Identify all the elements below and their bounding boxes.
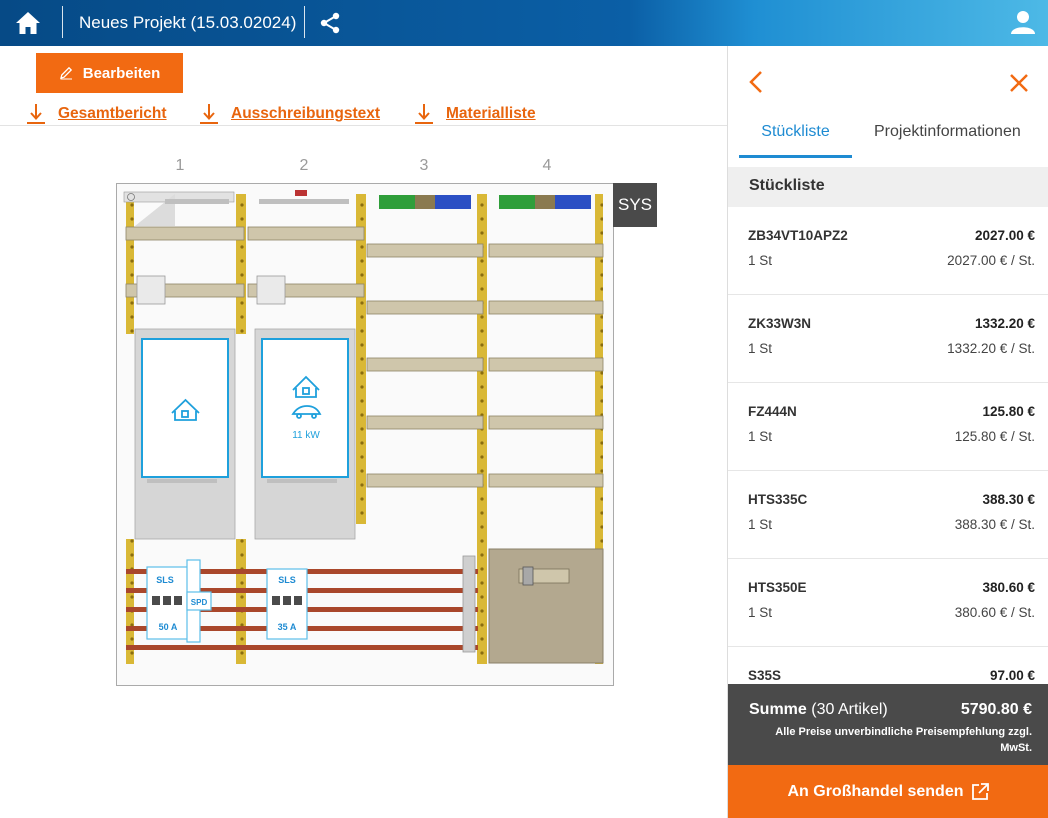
item-unit-price: 125.80 € / St. xyxy=(954,429,1035,444)
summary-amount: 5790.80 € xyxy=(960,701,1032,718)
spd-label: SPD xyxy=(191,598,208,607)
edit-button-label: Bearbeiten xyxy=(82,64,161,82)
breaker-rating: 50 A xyxy=(159,622,178,632)
send-to-wholesaler-button[interactable]: An Großhandel senden xyxy=(728,765,1048,818)
tab-projektinformationen[interactable]: Projektinformationen xyxy=(874,123,1021,141)
item-total: 2027.00 € xyxy=(974,228,1035,243)
item-unit-price: 2027.00 € / St. xyxy=(947,253,1035,268)
top-bar: Neues Projekt (15.03.02024) xyxy=(0,0,1048,46)
download-materialliste[interactable]: Materialliste xyxy=(414,103,536,125)
list-item[interactable]: FZ444N 125.80 € 1 St 125.80 € / St. xyxy=(728,383,1048,471)
item-code: FZ444N xyxy=(748,404,797,419)
edit-button[interactable]: Bearbeiten xyxy=(36,53,183,93)
item-total: 125.80 € xyxy=(982,404,1035,419)
column-number: 4 xyxy=(542,157,552,174)
item-code: HTS350E xyxy=(748,580,807,595)
parts-list[interactable]: ZB34VT10APZ2 2027.00 € 1 St 2027.00 € / … xyxy=(728,207,1048,684)
header-divider xyxy=(304,6,305,38)
breaker-type: SLS xyxy=(156,575,174,585)
download-gesamtbericht[interactable]: Gesamtbericht xyxy=(26,103,167,125)
item-unit-price: 388.30 € / St. xyxy=(954,517,1035,532)
item-qty: 1 St xyxy=(748,253,773,268)
list-item[interactable]: S35S 97.00 € xyxy=(728,647,1048,684)
breaker-rating: 35 A xyxy=(278,622,297,632)
panel-tabs: Stückliste Projektinformationen xyxy=(728,116,1048,158)
item-total: 97.00 € xyxy=(989,668,1035,683)
item-qty: 1 St xyxy=(748,605,773,620)
list-item[interactable]: HTS350E 380.60 € 1 St 380.60 € / St. xyxy=(728,559,1048,647)
item-qty: 1 St xyxy=(748,341,773,356)
parts-panel: Stückliste Projektinformationen Stücklis… xyxy=(727,46,1048,818)
list-item[interactable]: ZB34VT10APZ2 2027.00 € 1 St 2027.00 € / … xyxy=(728,207,1048,295)
download-arrow-icon xyxy=(200,104,218,124)
breaker-type: SLS xyxy=(278,575,296,585)
project-title: Neues Projekt (15.03.02024) xyxy=(79,13,297,32)
header-divider xyxy=(62,6,63,38)
download-label: Materialliste xyxy=(446,105,536,122)
download-label: Gesamtbericht xyxy=(58,105,167,122)
column-number: 2 xyxy=(299,157,309,174)
column-number: 1 xyxy=(175,157,185,174)
item-total: 1332.20 € xyxy=(974,316,1035,331)
column-number: 3 xyxy=(419,157,429,174)
price-note: Alle Preise unverbindliche Preisempfehlu… xyxy=(775,726,1032,754)
item-total: 388.30 € xyxy=(982,492,1035,507)
close-icon[interactable] xyxy=(1008,72,1030,94)
item-code: ZB34VT10APZ2 xyxy=(748,228,848,243)
external-link-icon xyxy=(971,782,989,800)
download-links-row: Gesamtbericht Ausschreibungstext Materia… xyxy=(0,100,727,126)
tab-stueckliste[interactable]: Stückliste xyxy=(739,123,852,158)
cabinet-drawing: 11 kW SLS 50 A SPD SLS 35 A xyxy=(117,184,613,685)
item-code: S35S xyxy=(748,668,782,683)
cabinet-canvas[interactable]: 11 kW SLS 50 A SPD SLS 35 A xyxy=(116,183,614,686)
item-unit-price: 380.60 € / St. xyxy=(954,605,1035,620)
user-icon[interactable] xyxy=(1009,8,1037,36)
download-label: Ausschreibungstext xyxy=(231,105,381,122)
item-unit-price: 1332.20 € / St. xyxy=(947,341,1035,356)
summary-box: Summe (30 Artikel) 5790.80 € Alle Preise… xyxy=(728,684,1048,765)
summary-count: (30 Artikel) xyxy=(811,701,888,718)
list-item[interactable]: ZK33W3N 1332.20 € 1 St 1332.20 € / St. xyxy=(728,295,1048,383)
home-icon[interactable] xyxy=(14,10,42,36)
item-code: HTS335C xyxy=(748,492,808,507)
chevron-left-icon[interactable] xyxy=(746,70,766,94)
list-item[interactable]: HTS335C 388.30 € 1 St 388.30 € / St. xyxy=(728,471,1048,559)
pencil-icon xyxy=(59,66,72,80)
summary-label: Summe (30 Artikel) xyxy=(749,701,888,719)
sys-button[interactable]: SYS xyxy=(613,183,657,227)
list-title: Stückliste xyxy=(728,167,1048,207)
send-button-label: An Großhandel senden xyxy=(787,782,964,800)
download-ausschreibungstext[interactable]: Ausschreibungstext xyxy=(199,103,380,125)
download-arrow-icon xyxy=(415,104,433,124)
share-icon[interactable] xyxy=(318,11,342,35)
item-total: 380.60 € xyxy=(982,580,1035,595)
item-qty: 1 St xyxy=(748,429,773,444)
item-qty: 1 St xyxy=(748,517,773,532)
download-arrow-icon xyxy=(27,104,45,124)
meter-power-label: 11 kW xyxy=(292,430,320,441)
item-code: ZK33W3N xyxy=(748,316,812,331)
summary-title: Summe xyxy=(749,701,807,718)
